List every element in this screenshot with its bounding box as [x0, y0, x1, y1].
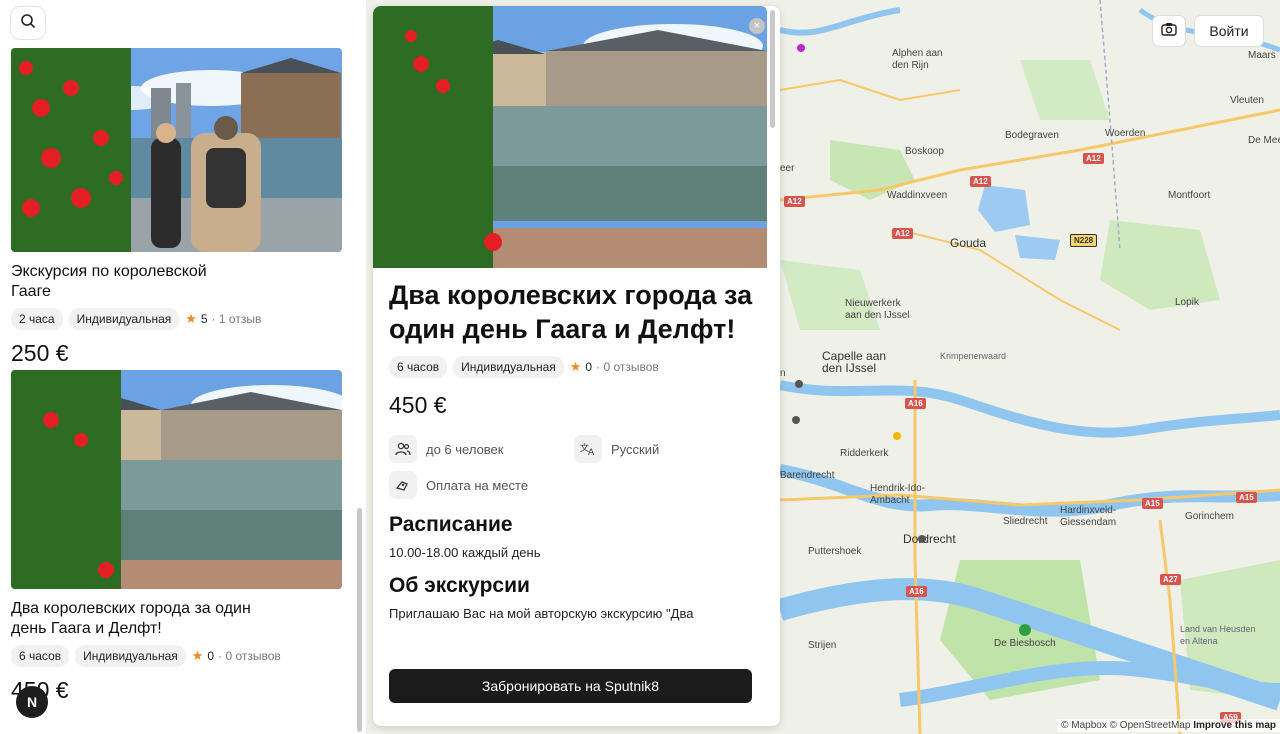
- search-icon: [20, 13, 36, 34]
- n-badge[interactable]: N: [16, 686, 48, 718]
- detail-title: Два королевских города за один день Гааг…: [389, 280, 753, 344]
- detail-hero-image: [373, 6, 767, 268]
- review-count: · 0 отзывов: [218, 649, 281, 663]
- book-button[interactable]: Забронировать на Sputnik8: [389, 669, 752, 703]
- people-icon: [389, 435, 417, 463]
- detail-scrollbar-thumb[interactable]: [770, 10, 775, 128]
- review-count: · 0 отзывов: [596, 360, 659, 374]
- group-size-text: до 6 человек: [426, 441, 504, 457]
- duration-chip: 6 часов: [389, 356, 448, 378]
- tour-title[interactable]: Два королевских города за один день Гааг…: [11, 599, 251, 639]
- map-marker[interactable]: [792, 416, 800, 424]
- close-icon: ×: [753, 20, 761, 32]
- list-scrollbar-thumb[interactable]: [357, 508, 362, 732]
- language-feature: 文A Русский: [574, 435, 759, 463]
- tour-card[interactable]: Два королевских города за один день Гааг…: [11, 370, 342, 704]
- rating-value: 0: [585, 360, 593, 374]
- star-icon: ★: [185, 311, 197, 326]
- svg-text:A: A: [588, 448, 595, 456]
- tour-detail-panel[interactable]: × Два королевских города за один день Га…: [373, 6, 780, 726]
- tour-title[interactable]: Экскурсия по королевской Гааге: [11, 262, 251, 302]
- camera-icon: [1161, 22, 1177, 41]
- rating-value: 0: [207, 649, 215, 663]
- review-count: · 1 отзыв: [211, 312, 262, 326]
- tour-price: 450 €: [11, 677, 69, 703]
- star-icon: ★: [191, 648, 204, 663]
- language-text: Русский: [611, 441, 660, 457]
- map-marker[interactable]: [797, 44, 805, 52]
- schedule-text: 10.00-18.00 каждый день: [389, 545, 541, 560]
- type-chip: Индивидуальная: [453, 356, 564, 378]
- search-button[interactable]: [10, 6, 46, 40]
- schedule-heading: Расписание: [389, 513, 513, 536]
- payment-icon: [389, 471, 417, 499]
- login-button[interactable]: Войти: [1194, 15, 1264, 47]
- camera-button[interactable]: [1152, 15, 1186, 47]
- map-marker[interactable]: [893, 432, 901, 440]
- map-marker[interactable]: [795, 380, 803, 388]
- translate-icon: 文A: [574, 435, 602, 463]
- tour-list-panel[interactable]: Экскурсия по королевской Гааге 2 часа Ин…: [0, 0, 366, 734]
- close-button[interactable]: ×: [749, 18, 765, 34]
- type-chip: Индивидуальная: [68, 308, 180, 330]
- park-marker[interactable]: [1019, 624, 1031, 636]
- type-chip: Индивидуальная: [75, 645, 186, 667]
- duration-chip: 2 часа: [11, 308, 63, 330]
- tour-price: 250 €: [11, 340, 69, 366]
- detail-price: 450 €: [389, 392, 447, 418]
- payment-feature: Оплата на месте: [389, 471, 689, 499]
- about-text: Приглашаю Вас на мой авторскую экскурсию…: [389, 606, 694, 621]
- rating-value: 5: [200, 312, 208, 326]
- map-marker[interactable]: [918, 535, 926, 543]
- payment-text: Оплата на месте: [426, 477, 529, 493]
- group-size-feature: до 6 человек: [389, 435, 574, 463]
- about-heading: Об экскурсии: [389, 574, 530, 597]
- duration-chip: 6 часов: [11, 645, 70, 667]
- tour-image[interactable]: [11, 48, 342, 252]
- tour-card[interactable]: Экскурсия по королевской Гааге 2 часа Ин…: [11, 48, 342, 367]
- star-icon: ★: [569, 359, 582, 374]
- map-attribution[interactable]: © Mapbox © OpenStreetMap Improve this ma…: [1057, 719, 1280, 732]
- tour-image[interactable]: [11, 370, 342, 589]
